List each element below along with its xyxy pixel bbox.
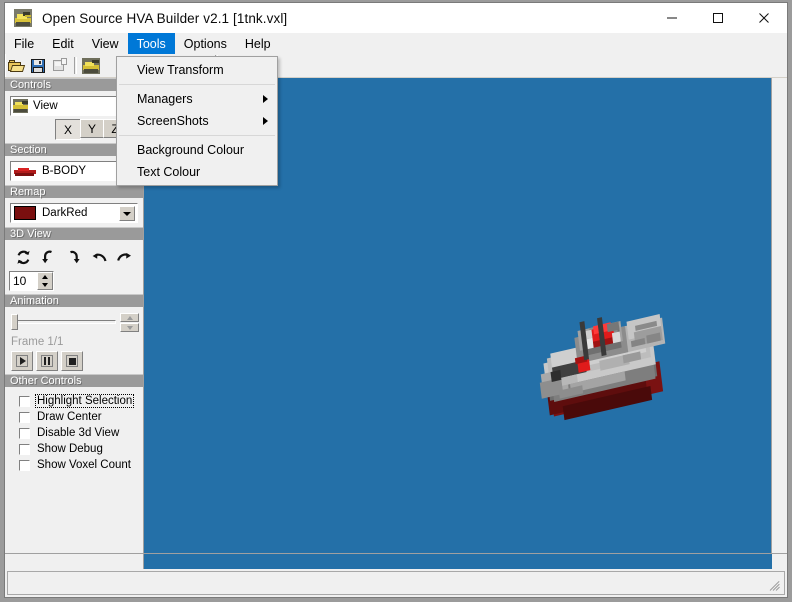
checkbox-disable-3d-view[interactable]: Disable 3d View (9, 425, 139, 441)
tank-icon (13, 99, 28, 113)
group-header-animation: Animation (5, 294, 143, 307)
menu-item-screenshots[interactable]: ScreenShots (117, 110, 277, 132)
menu-item-label: ScreenShots (137, 114, 209, 128)
checkbox-show-debug[interactable]: Show Debug (9, 441, 139, 457)
checkbox-draw-center[interactable]: Draw Center (9, 409, 139, 425)
menu-item-label: Managers (137, 92, 193, 106)
checkbox-label: Show Voxel Count (37, 459, 131, 471)
group-header-remap: Remap (5, 185, 143, 198)
stepper-buttons[interactable] (37, 272, 53, 290)
stepper-up-icon[interactable] (38, 273, 52, 281)
rotation-step-row: 10 (9, 271, 139, 291)
axis-button-y[interactable]: Y (80, 119, 104, 138)
save-file-button[interactable] (27, 55, 49, 76)
frame-label: Frame 1/1 (11, 336, 64, 348)
animation-spinner[interactable] (120, 313, 139, 333)
voxel-preview-button[interactable] (80, 55, 102, 76)
maximize-button[interactable] (695, 3, 741, 33)
checkbox-box[interactable] (19, 411, 30, 423)
status-bar (7, 571, 785, 595)
view-selector-label: View (33, 100, 58, 112)
play-icon (16, 355, 28, 367)
slider-groove (11, 320, 116, 324)
menu-edit[interactable]: Edit (43, 33, 83, 54)
save-as-button[interactable] (49, 55, 71, 76)
open-folder-icon (8, 58, 26, 74)
checkbox-label: Disable 3d View (37, 427, 120, 439)
stop-button[interactable] (61, 351, 83, 371)
tank-icon (82, 57, 100, 74)
menu-item-view-transform[interactable]: View Transform (117, 59, 277, 81)
checkbox-show-voxel-count[interactable]: Show Voxel Count (9, 457, 139, 473)
menu-bar: File Edit View Tools Options Help (5, 33, 787, 54)
rotate-ccw-icon[interactable] (89, 247, 109, 267)
rotate-reset-icon[interactable] (14, 247, 34, 267)
spinner-down-icon[interactable] (120, 323, 139, 332)
checkbox-box[interactable] (19, 459, 30, 471)
animation-slider[interactable] (11, 314, 116, 330)
menu-help[interactable]: Help (236, 33, 280, 54)
tools-dropdown-menu: View Transform Managers ScreenShots Back… (116, 56, 278, 186)
menu-options[interactable]: Options (175, 33, 236, 54)
close-button[interactable] (741, 3, 787, 33)
remap-colour-swatch (14, 206, 36, 220)
rotate-left-down-icon[interactable] (39, 247, 59, 267)
menu-separator (119, 135, 275, 136)
rotate-right-up-icon[interactable] (64, 247, 84, 267)
viewport-horizontal-scrollbar[interactable] (5, 553, 787, 569)
menu-separator (119, 84, 275, 85)
rotation-button-row (9, 244, 139, 270)
rotation-step-stepper[interactable]: 10 (9, 271, 54, 291)
pause-button[interactable] (36, 351, 58, 371)
tank-icon (14, 9, 32, 27)
rotation-step-value[interactable]: 10 (10, 272, 37, 290)
spinner-up-icon[interactable] (120, 313, 139, 322)
menu-item-managers[interactable]: Managers (117, 88, 277, 110)
menu-item-background-colour[interactable]: Background Colour (117, 139, 277, 161)
pause-icon (41, 355, 53, 367)
checkbox-box[interactable] (19, 427, 30, 439)
other-controls-group: Highlight Selection Draw Center Disable … (5, 387, 143, 476)
group-header-other-controls: Other Controls (5, 374, 143, 387)
window-title: Open Source HVA Builder v2.1 [1tnk.vxl] (42, 10, 288, 26)
resize-grip[interactable] (768, 578, 782, 592)
checkbox-label: Show Debug (37, 443, 103, 455)
checkbox-label: Draw Center (37, 411, 102, 423)
remap-group: DarkRed (5, 198, 143, 227)
chevron-right-icon (263, 117, 268, 125)
app-window: Open Source HVA Builder v2.1 [1tnk.vxl] … (4, 2, 788, 598)
chevron-down-icon[interactable] (119, 206, 135, 221)
save-as-icon (52, 57, 68, 74)
animation-slider-row (9, 311, 139, 333)
floppy-disk-icon (30, 58, 46, 74)
rotate-cw-icon[interactable] (114, 247, 134, 267)
checkbox-label: Highlight Selection (35, 394, 135, 408)
voxel-model (533, 299, 684, 450)
window-buttons (649, 3, 787, 33)
animation-group: Frame 1/1 (5, 307, 143, 374)
chevron-right-icon (263, 95, 268, 103)
minimize-button[interactable] (649, 3, 695, 33)
open-file-button[interactable] (5, 55, 27, 76)
axis-button-x[interactable]: X (55, 119, 81, 140)
view3d-group: 10 (5, 240, 143, 294)
section-swatch-icon (14, 166, 36, 177)
menu-view[interactable]: View (83, 33, 128, 54)
slider-thumb[interactable] (11, 314, 18, 330)
title-bar: Open Source HVA Builder v2.1 [1tnk.vxl] (5, 3, 787, 33)
menu-tools[interactable]: Tools (127, 33, 175, 54)
checkbox-box[interactable] (19, 395, 30, 407)
menu-file[interactable]: File (5, 33, 43, 54)
menu-item-text-colour[interactable]: Text Colour (117, 161, 277, 183)
play-button[interactable] (11, 351, 33, 371)
checkbox-box[interactable] (19, 443, 30, 455)
group-header-3d-view: 3D View (5, 227, 143, 240)
stepper-down-icon[interactable] (38, 281, 52, 289)
stop-icon (66, 355, 78, 367)
remap-dropdown[interactable]: DarkRed (10, 203, 138, 223)
transport-controls (9, 351, 139, 371)
checkbox-highlight-selection[interactable]: Highlight Selection (9, 393, 139, 409)
toolbar-separator (74, 57, 77, 74)
viewport-vertical-scrollbar[interactable] (771, 78, 787, 553)
